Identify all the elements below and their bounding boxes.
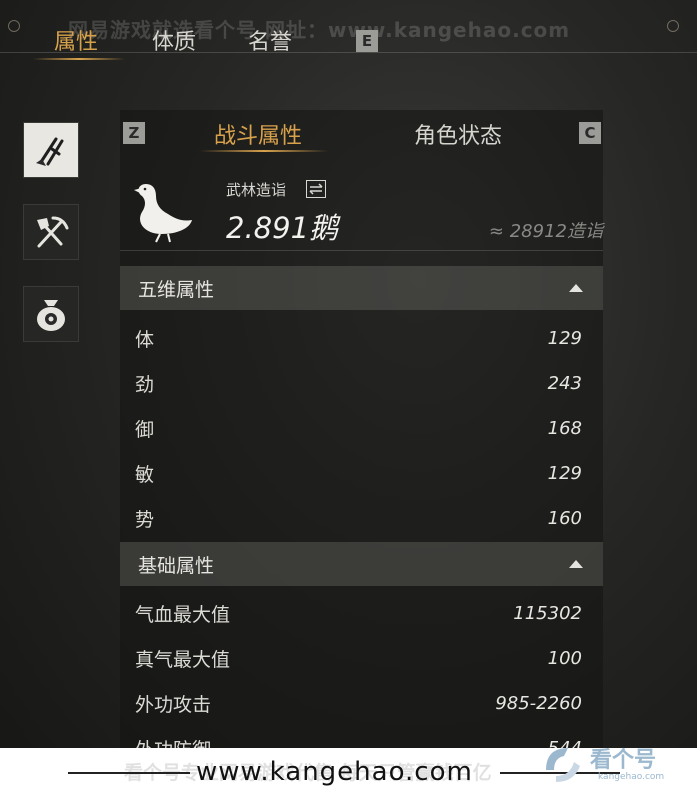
section-title: 基础属性 bbox=[138, 554, 215, 577]
logo-icon bbox=[546, 748, 580, 782]
subtab-combat-attributes[interactable]: 战斗属性 bbox=[214, 118, 302, 150]
side-button-tools[interactable] bbox=[23, 204, 79, 260]
stat-row: 真气最大值 100 bbox=[135, 644, 582, 672]
stat-value: 160 bbox=[547, 507, 582, 529]
stat-name: 外功攻击 bbox=[135, 693, 212, 716]
stat-value: 100 bbox=[547, 647, 582, 669]
stat-row: 御 168 bbox=[135, 414, 582, 442]
stat-name: 敏 bbox=[135, 463, 155, 486]
weapons-icon bbox=[36, 137, 64, 166]
next-subtab-key-hint[interactable]: C bbox=[579, 122, 601, 144]
stat-value: 243 bbox=[547, 372, 582, 394]
tools-icon bbox=[37, 216, 69, 248]
stat-name: 势 bbox=[135, 508, 155, 531]
watermark-url: www.kangehao.com bbox=[196, 757, 473, 787]
active-tab-indicator bbox=[33, 58, 125, 60]
swap-icon[interactable] bbox=[306, 180, 326, 198]
stat-value: 129 bbox=[547, 327, 582, 349]
money-bag-icon bbox=[37, 300, 65, 331]
side-button-weapons[interactable] bbox=[23, 122, 79, 178]
goose-icon bbox=[134, 184, 192, 243]
stat-name: 气血最大值 bbox=[135, 603, 231, 626]
stat-name: 真气最大值 bbox=[135, 648, 231, 671]
section-title: 五维属性 bbox=[138, 278, 215, 301]
watermark-line-left bbox=[68, 772, 190, 774]
stat-name: 体 bbox=[135, 328, 155, 351]
subtab-character-status[interactable]: 角色状态 bbox=[414, 118, 502, 150]
stat-value: 115302 bbox=[513, 602, 582, 624]
stat-row: 外功攻击 985-2260 bbox=[135, 689, 582, 717]
collapse-caret-icon bbox=[569, 560, 583, 568]
rating-approx-value: ≈ 28912造诣 bbox=[488, 221, 603, 242]
corner-ornament-right bbox=[667, 20, 679, 32]
rating-divider bbox=[120, 250, 603, 251]
watermark-top: 网易游戏就选看个号 网址：www.kangehao.com bbox=[68, 18, 571, 42]
section-header-five-dimensions[interactable]: 五维属性 bbox=[120, 266, 603, 310]
stat-row: 势 160 bbox=[135, 504, 582, 532]
section-header-basic-attributes[interactable]: 基础属性 bbox=[120, 542, 603, 586]
next-tab-key-hint[interactable]: E bbox=[356, 30, 378, 52]
stat-row: 敏 129 bbox=[135, 459, 582, 487]
stat-value: 985-2260 bbox=[495, 692, 582, 714]
stat-row: 气血最大值 115302 bbox=[135, 599, 582, 627]
side-button-money[interactable] bbox=[23, 286, 79, 342]
stat-name: 劲 bbox=[135, 373, 155, 396]
prev-subtab-key-hint[interactable]: Z bbox=[123, 122, 145, 144]
stat-value: 168 bbox=[547, 417, 582, 439]
active-subtab-indicator bbox=[200, 150, 328, 152]
stat-value: 129 bbox=[547, 462, 582, 484]
logo-subtext: kangehao.com bbox=[598, 772, 665, 782]
stat-name: 御 bbox=[135, 418, 155, 441]
stat-row: 体 129 bbox=[135, 324, 582, 352]
stat-row: 劲 243 bbox=[135, 369, 582, 397]
collapse-caret-icon bbox=[569, 284, 583, 292]
rating-label: 武林造诣 bbox=[226, 181, 287, 199]
rating-value: 2.891鹅 bbox=[226, 211, 339, 245]
corner-ornament-left bbox=[8, 20, 20, 32]
logo-text: 看个号 bbox=[590, 748, 657, 773]
top-bar-divider bbox=[0, 52, 697, 53]
